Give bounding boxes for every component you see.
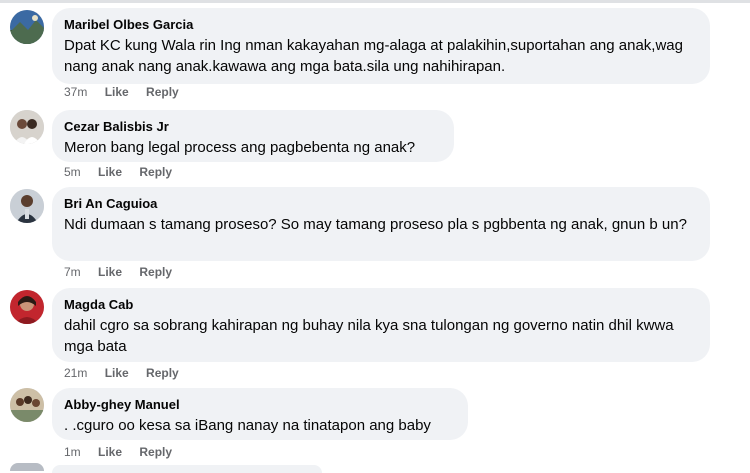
avatar[interactable]: [10, 10, 44, 44]
comment-author[interactable]: Maribel Olbes Garcia: [64, 16, 698, 33]
comment-time[interactable]: 1m: [64, 445, 81, 459]
comment-bubble: Abby-ghey Manuel . .cguro oo kesa sa iBa…: [52, 388, 468, 440]
comment-time[interactable]: 5m: [64, 165, 81, 179]
avatar[interactable]: [10, 290, 44, 324]
comment-bubble: Maribel Olbes Garcia Dpat KC kung Wala r…: [52, 8, 710, 84]
comment-author[interactable]: Abby-ghey Manuel: [64, 396, 456, 413]
avatar-photo-couple: [10, 110, 44, 144]
comment-author[interactable]: Cezar Balisbis Jr: [64, 118, 442, 135]
reply-button[interactable]: Reply: [139, 265, 172, 279]
comment-actions: 7m Like Reply: [64, 264, 172, 280]
avatar[interactable]: [10, 110, 44, 144]
comment-text: Ndi dumaan s tamang proseso? So may tama…: [64, 216, 687, 233]
comment-bubble: Magda Cab dahil cgro sa sobrang kahirapa…: [52, 288, 710, 362]
comment-time[interactable]: 7m: [64, 265, 81, 279]
reply-button[interactable]: Reply: [139, 445, 172, 459]
comment-text: . .cguro oo kesa sa iBang nanay na tinat…: [64, 417, 431, 434]
comment-author[interactable]: Bri An Caguioa: [64, 195, 698, 212]
comment-time[interactable]: 21m: [64, 366, 87, 380]
like-button[interactable]: Like: [98, 445, 122, 459]
reply-button[interactable]: Reply: [146, 85, 179, 99]
comment-time[interactable]: 37m: [64, 85, 87, 99]
comment-bubble: [52, 465, 322, 473]
comment-author[interactable]: Magda Cab: [64, 296, 698, 313]
comment-bubble: Cezar Balisbis Jr Meron bang legal proce…: [52, 110, 454, 162]
like-button[interactable]: Like: [98, 165, 122, 179]
comment-text: Meron bang legal process ang pagbebenta …: [64, 139, 416, 156]
like-button[interactable]: Like: [105, 366, 129, 380]
comment-text: dahil cgro sa sobrang kahirapan ng buhay…: [64, 317, 674, 355]
avatar-photo-group: [10, 388, 44, 422]
comment-actions: 37m Like Reply: [64, 84, 179, 100]
comment-bubble: Bri An Caguioa Ndi dumaan s tamang prose…: [52, 187, 710, 261]
reply-button[interactable]: Reply: [146, 366, 179, 380]
comment-text: Dpat KC kung Wala rin Ing nman kakayahan…: [64, 37, 683, 75]
like-button[interactable]: Like: [98, 265, 122, 279]
avatar-photo-man: [10, 189, 44, 223]
avatar-photo-landscape: [10, 10, 44, 44]
avatar[interactable]: [10, 388, 44, 422]
like-button[interactable]: Like: [105, 85, 129, 99]
avatar-photo-woman: [10, 290, 44, 324]
top-divider: [0, 0, 750, 3]
comment-actions: 1m Like Reply: [64, 444, 172, 460]
avatar[interactable]: [10, 189, 44, 223]
comment-actions: 5m Like Reply: [64, 164, 172, 180]
comment-actions: 21m Like Reply: [64, 365, 179, 381]
reply-button[interactable]: Reply: [139, 165, 172, 179]
